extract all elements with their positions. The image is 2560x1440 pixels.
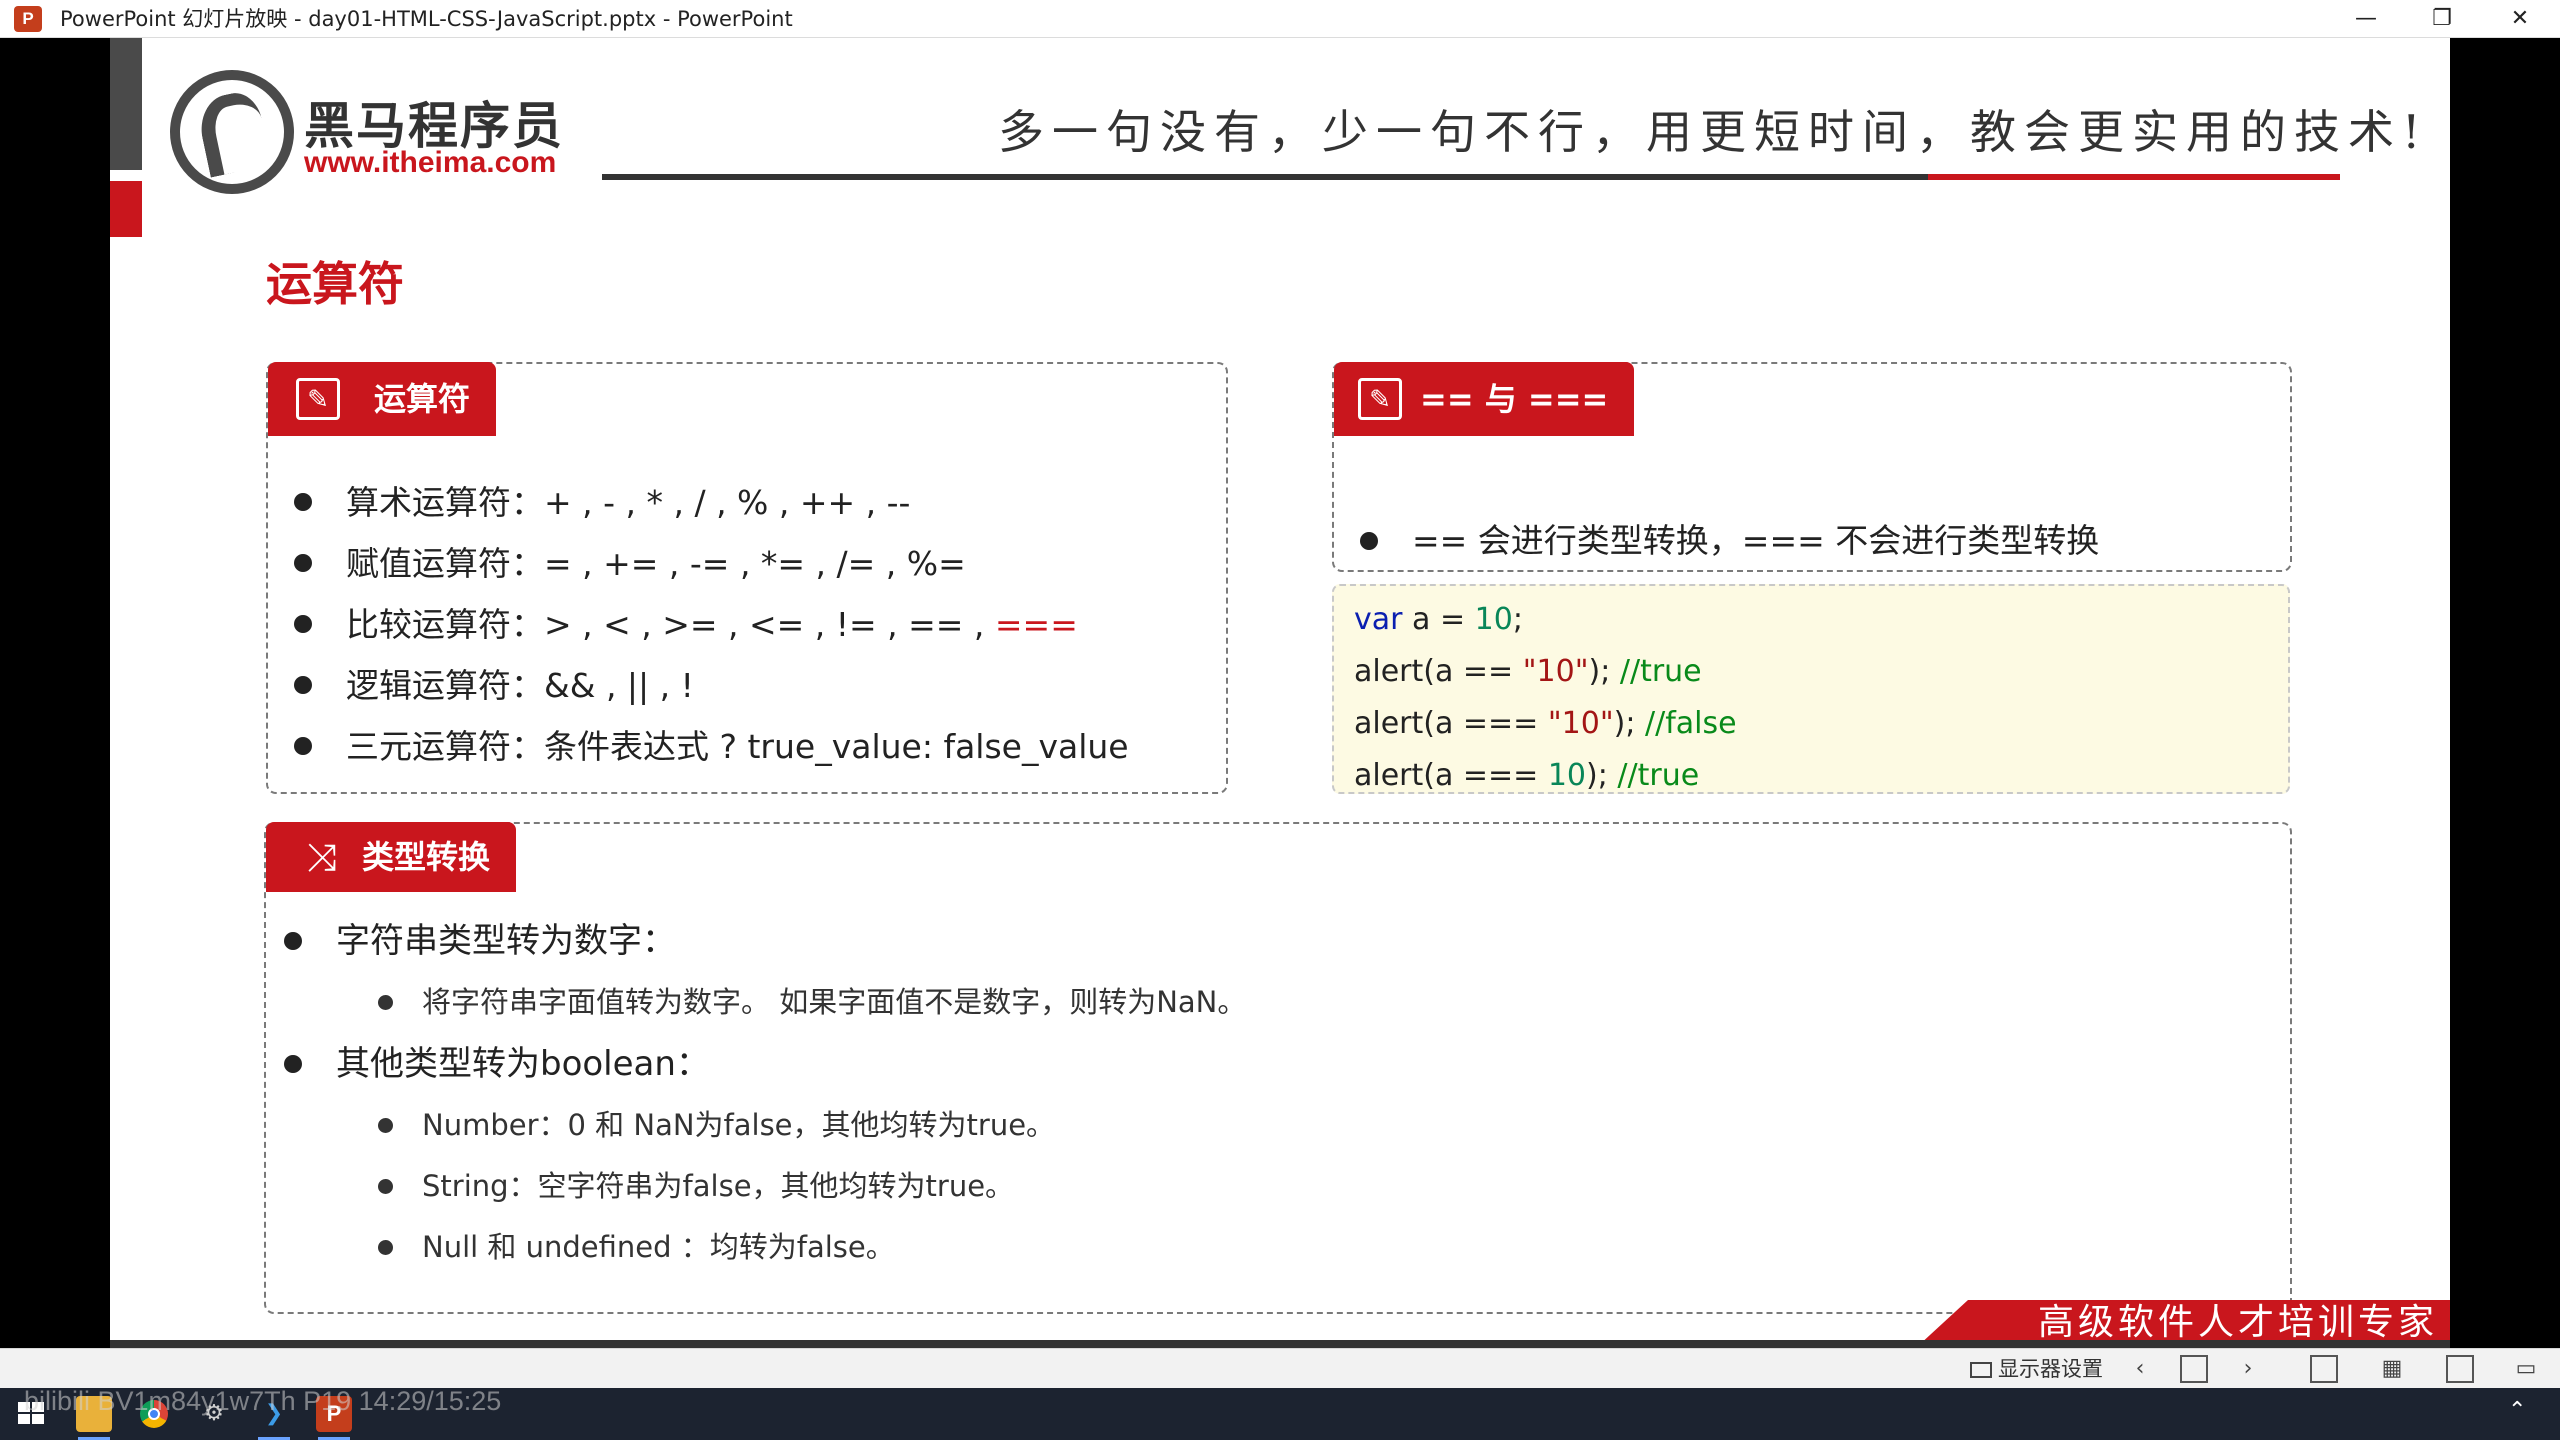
minimize-button[interactable]: — (2326, 0, 2406, 38)
strict-equality-highlight: === (994, 605, 1078, 644)
slogan-underline-accent (1928, 174, 2340, 180)
conversion-list: 字符串类型转为数字： 将字符串字面值转为数字。 如果字面值不是数字，则转为NaN… (270, 910, 1246, 1278)
normal-view-icon[interactable] (2310, 1355, 2338, 1383)
edit-icon: ✎ (1358, 378, 1402, 420)
equality-tag-label: == 与 === (1420, 380, 1609, 418)
side-accent-gray (110, 38, 142, 170)
next-slide-icon[interactable]: › (2234, 1355, 2262, 1383)
code-line: alert(a === "10"); //false (1354, 706, 1737, 741)
slogan: 多一句没有，少一句不行，用更短时间，教会更实用的技术! (998, 105, 2429, 159)
edit-icon: ✎ (296, 378, 340, 420)
reading-view-icon[interactable] (2446, 1355, 2474, 1383)
code-block: var a = 10; alert(a == "10"); //true ale… (1332, 584, 2290, 794)
page-title: 运算符 (266, 257, 404, 311)
video-watermark: bilibili BV1m84y1w7Th P19 14:29/15:25 (24, 1386, 502, 1416)
operators-tag-label: 运算符 (374, 380, 471, 418)
list-item: Null 和 undefined ：均转为false。 (270, 1217, 1246, 1278)
code-line: alert(a == "10"); //true (1354, 654, 1702, 689)
slide-menu-icon[interactable] (2180, 1355, 2208, 1383)
slide[interactable]: 黑马程序员 www.itheima.com 多一句没有，少一句不行，用更短时间，… (110, 38, 2450, 1348)
list-item: 算术运算符：+ , - , * , / , % , ++ , -- (280, 472, 1129, 533)
list-item: Number：0 和 NaN为false，其他均转为true。 (270, 1095, 1246, 1156)
shuffle-icon: ⤨ (306, 835, 338, 879)
slide-sorter-icon[interactable]: ▦ (2378, 1355, 2406, 1383)
list-item: 逻辑运算符：&& , || , ! (280, 655, 1129, 716)
window-title: PowerPoint 幻灯片放映 - day01-HTML-CSS-JavaSc… (60, 7, 793, 31)
powerpoint-app-icon: P (14, 6, 42, 32)
slideshow-icon[interactable]: ▭ (2512, 1355, 2540, 1383)
slideshow-status-bar: 显示器设置 ‹ › ▦ ▭ (0, 1348, 2560, 1388)
list-item: 比较运算符：> , < , >= , <= , != , == , === (280, 594, 1129, 655)
equality-tag: ✎ == 与 === (1334, 362, 1635, 436)
conversion-tag: ⤨ 类型转换 (266, 822, 517, 892)
list-item: 赋值运算符：= , += , -= , *= , /= , %= (280, 533, 1129, 594)
tray-chevron-icon[interactable]: ⌃ (2508, 1398, 2526, 1423)
code-line: alert(a === 10); //true (1354, 758, 1700, 793)
window-title-bar: P PowerPoint 幻灯片放映 - day01-HTML-CSS-Java… (0, 0, 2560, 38)
monitor-icon (1970, 1362, 1992, 1378)
conversion-tag-label: 类型转换 (362, 838, 491, 876)
list-item: 其他类型转为boolean： (270, 1033, 1246, 1095)
operators-tag: ✎ 运算符 (268, 362, 497, 436)
logo-url: www.itheima.com (304, 146, 557, 179)
code-line: var a = 10; (1354, 602, 1523, 637)
display-settings-button[interactable]: 显示器设置 (1970, 1349, 2103, 1389)
restore-button[interactable]: ❐ (2402, 0, 2482, 38)
list-item: == 会进行类型转换，=== 不会进行类型转换 (1346, 516, 2099, 566)
operators-list: 算术运算符：+ , - , * , / , % , ++ , -- 赋值运算符：… (280, 472, 1129, 777)
footer-bar (110, 1340, 2450, 1348)
list-item: 三元运算符：条件表达式 ? true_value: false_value (280, 716, 1129, 777)
list-item: 将字符串字面值转为数字。 如果字面值不是数字，则转为NaN。 (270, 972, 1246, 1033)
equality-list: == 会进行类型转换，=== 不会进行类型转换 (1346, 516, 2099, 566)
horse-logo-icon (170, 70, 294, 194)
side-accent-red (110, 181, 142, 237)
previous-slide-icon[interactable]: ‹ (2126, 1355, 2154, 1383)
list-item: String：空字符串为false，其他均转为true。 (270, 1156, 1246, 1217)
close-button[interactable]: ✕ (2480, 0, 2560, 38)
list-item: 字符串类型转为数字： (270, 910, 1246, 972)
